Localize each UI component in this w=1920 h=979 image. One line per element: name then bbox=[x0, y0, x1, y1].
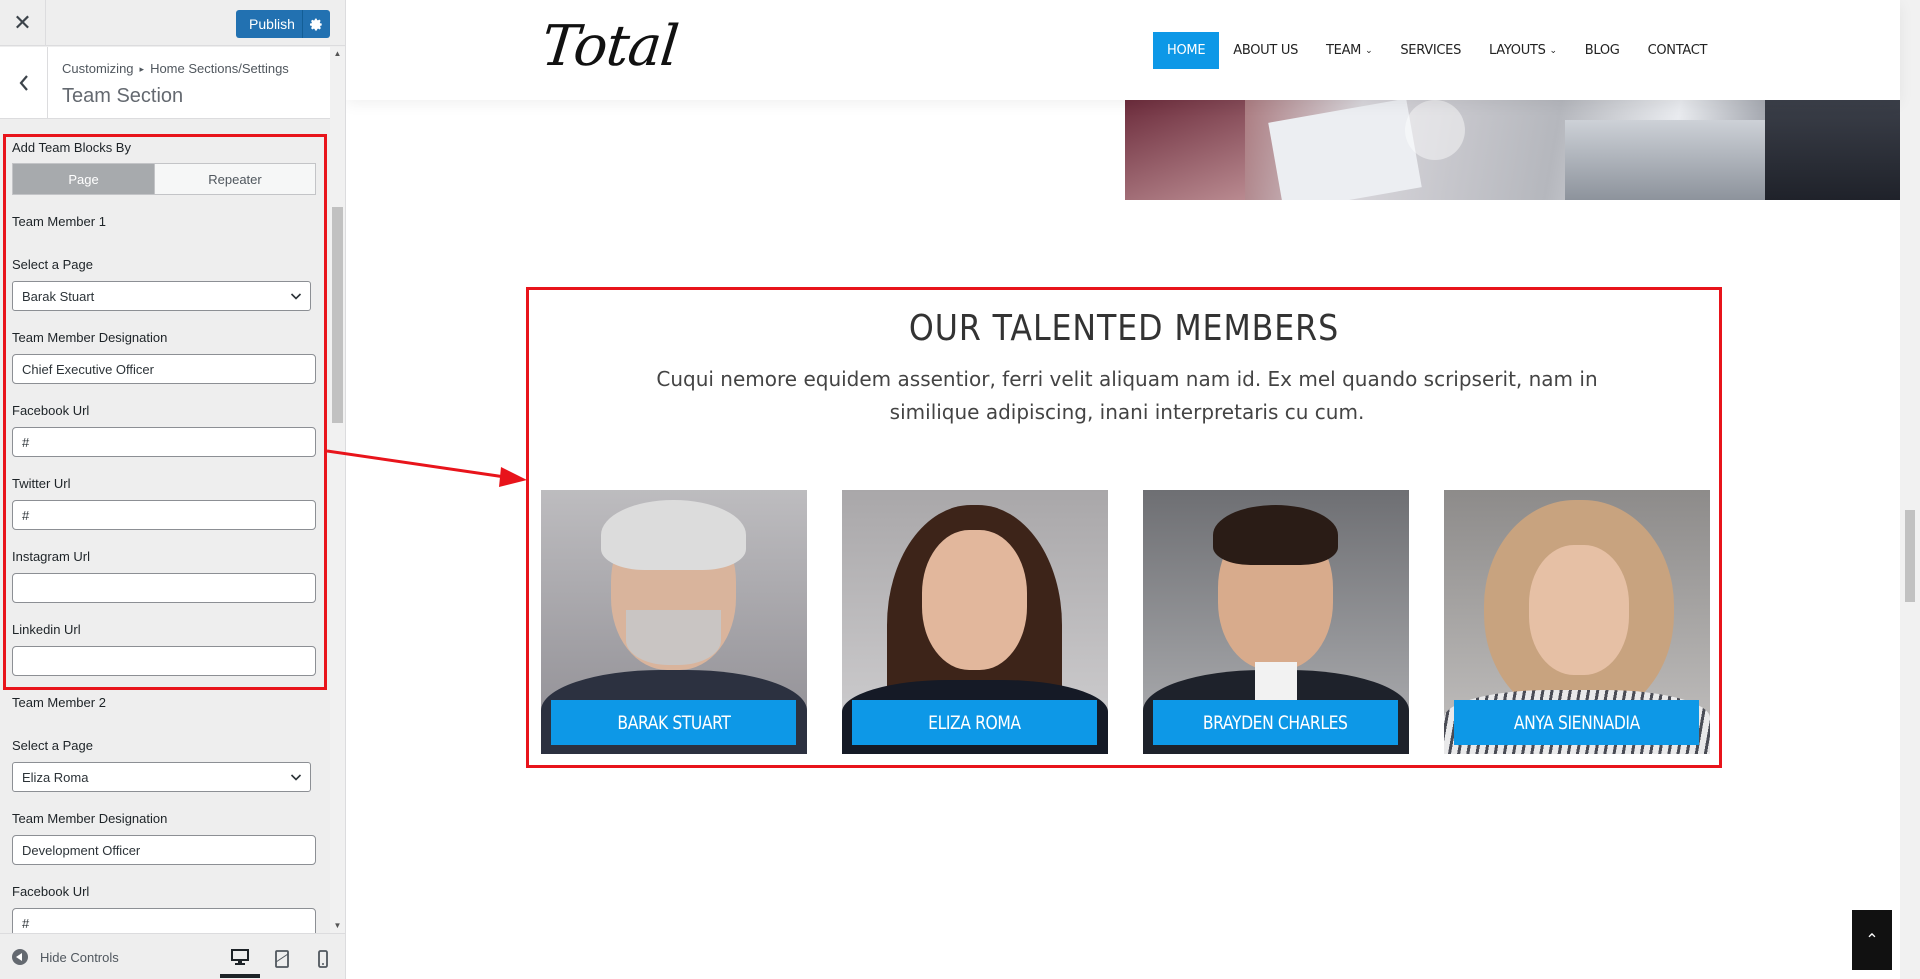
hide-controls-label: Hide Controls bbox=[40, 949, 119, 965]
nav-home[interactable]: HOME bbox=[1153, 32, 1220, 69]
hero-image bbox=[1125, 100, 1902, 200]
chevron-left-icon bbox=[19, 75, 28, 91]
member-name-label: BARAK STUART bbox=[551, 700, 796, 745]
member-2-facebook-input[interactable]: # bbox=[12, 908, 316, 933]
team-section-title: OUR TALENTED MEMBERS bbox=[908, 308, 1340, 349]
member-name-label: BRAYDEN CHARLES bbox=[1153, 700, 1398, 745]
breadcrumb-parent: Home Sections/Settings bbox=[150, 61, 289, 76]
member-2-page-select[interactable]: Eliza Roma bbox=[12, 762, 311, 792]
desktop-preview-button[interactable] bbox=[220, 940, 260, 978]
selected-page-value: Eliza Roma bbox=[22, 769, 89, 785]
designation-label: Team Member Designation bbox=[12, 811, 168, 826]
breadcrumb: Customizing ▸ Home Sections/Settings bbox=[62, 61, 289, 76]
facebook-url-label: Facebook Url bbox=[12, 884, 90, 899]
member-name-label: ELIZA ROMA bbox=[852, 700, 1097, 745]
nav-contact[interactable]: CONTACT bbox=[1634, 32, 1722, 69]
member-settings-highlight bbox=[3, 134, 327, 690]
nav-label: CONTACT bbox=[1647, 43, 1708, 58]
desktop-icon bbox=[231, 949, 249, 965]
back-to-top-button[interactable]: ⌃ bbox=[1852, 910, 1892, 970]
preview-scrollbar[interactable] bbox=[1900, 0, 1920, 979]
chevron-down-icon: ⌄ bbox=[1365, 45, 1373, 56]
site-logo[interactable]: Total bbox=[539, 14, 681, 79]
customizer-header: ✕ Publish bbox=[0, 0, 345, 46]
chevron-down-icon bbox=[290, 774, 302, 781]
site-header: Total HOME ABOUT US TEAM ⌄ SERVICES LAYOU… bbox=[346, 0, 1900, 100]
publish-label: Publish bbox=[249, 16, 295, 32]
hide-controls-button[interactable]: Hide Controls bbox=[12, 949, 119, 965]
nav-label: LAYOUTS bbox=[1489, 43, 1546, 58]
nav-label: BLOG bbox=[1584, 43, 1620, 58]
preview-scrollbar-thumb[interactable] bbox=[1905, 510, 1915, 602]
team-member-card[interactable]: BARAK STUART bbox=[541, 490, 807, 754]
team-member-card[interactable]: ELIZA ROMA bbox=[842, 490, 1108, 754]
section-title: Team Section bbox=[62, 85, 184, 107]
nav-label: HOME bbox=[1167, 43, 1206, 58]
scrollbar-thumb[interactable] bbox=[332, 207, 343, 423]
close-icon: ✕ bbox=[13, 10, 32, 35]
nav-about-us[interactable]: ABOUT US bbox=[1219, 32, 1312, 69]
scroll-up-icon[interactable]: ▲ bbox=[330, 47, 345, 61]
collapse-arrow-icon bbox=[12, 949, 28, 965]
member-2-designation-input[interactable]: Development Officer bbox=[12, 835, 316, 865]
team-section-description: Cuqui nemore equidem assentior, ferri ve… bbox=[656, 367, 1598, 424]
team-member-card[interactable]: BRAYDEN CHARLES bbox=[1143, 490, 1409, 754]
mobile-icon bbox=[318, 950, 328, 968]
nav-label: TEAM bbox=[1326, 43, 1362, 58]
nav-label: ABOUT US bbox=[1233, 43, 1299, 58]
team-member-2-heading: Team Member 2 bbox=[12, 695, 106, 710]
nav-team[interactable]: TEAM ⌄ bbox=[1312, 32, 1386, 69]
close-customizer-button[interactable]: ✕ bbox=[0, 0, 46, 46]
nav-layouts[interactable]: LAYOUTS ⌄ bbox=[1475, 32, 1571, 69]
breadcrumb-separator-icon: ▸ bbox=[139, 64, 145, 74]
nav-services[interactable]: SERVICES bbox=[1386, 32, 1475, 69]
mobile-preview-button[interactable] bbox=[303, 940, 343, 978]
select-page-label: Select a Page bbox=[12, 738, 93, 753]
breadcrumb-root: Customizing bbox=[62, 61, 134, 76]
section-title-bar: Customizing ▸ Home Sections/Settings Team … bbox=[0, 47, 330, 119]
chevron-down-icon: ⌄ bbox=[1549, 45, 1558, 56]
back-button[interactable] bbox=[0, 47, 48, 119]
gear-icon[interactable] bbox=[302, 10, 330, 38]
site-preview: Total HOME ABOUT US TEAM ⌄ SERVICES LAYOU… bbox=[346, 0, 1920, 979]
publish-button[interactable]: Publish bbox=[236, 10, 330, 38]
annotation-arrow-icon bbox=[327, 449, 527, 487]
chevron-up-icon: ⌃ bbox=[1865, 932, 1879, 949]
main-nav: HOME ABOUT US TEAM ⌄ SERVICES LAYOUTS ⌄ BL… bbox=[1153, 32, 1721, 69]
customizer-footer: Hide Controls bbox=[0, 933, 345, 979]
team-section: OUR TALENTED MEMBERS Cuqui nemore equide… bbox=[526, 287, 1722, 768]
member-name-label: ANYA SIENNADIA bbox=[1454, 700, 1699, 745]
scroll-down-icon[interactable]: ▼ bbox=[330, 919, 345, 933]
team-member-card[interactable]: ANYA SIENNADIA bbox=[1444, 490, 1710, 754]
nav-blog[interactable]: BLOG bbox=[1571, 32, 1634, 69]
tablet-icon bbox=[275, 950, 289, 968]
nav-label: SERVICES bbox=[1400, 43, 1462, 58]
tablet-preview-button[interactable] bbox=[262, 940, 302, 978]
